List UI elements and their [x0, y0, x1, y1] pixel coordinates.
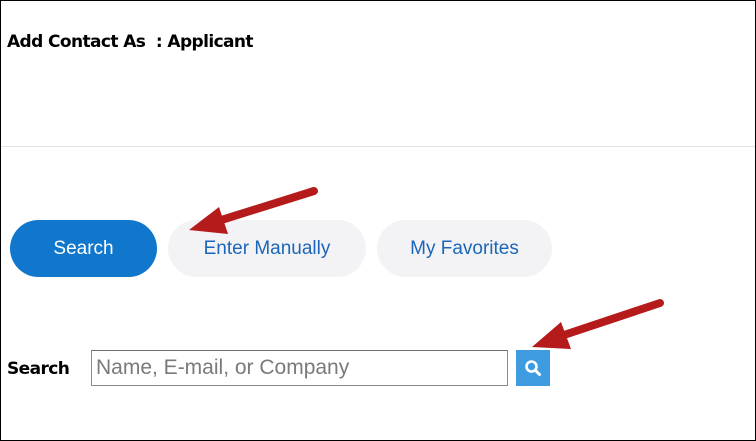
page-title: Add Contact As : Applicant — [7, 32, 254, 52]
divider — [1, 146, 755, 147]
tab-my-favorites[interactable]: My Favorites — [377, 220, 552, 277]
contact-dialog: Add Contact As : Applicant Search Enter … — [0, 0, 756, 441]
tab-search[interactable]: Search — [10, 220, 157, 277]
search-button[interactable] — [516, 350, 550, 386]
search-input[interactable] — [91, 350, 508, 386]
search-label: Search — [7, 359, 70, 379]
search-icon — [524, 359, 542, 377]
tab-enter-manually[interactable]: Enter Manually — [168, 220, 366, 277]
